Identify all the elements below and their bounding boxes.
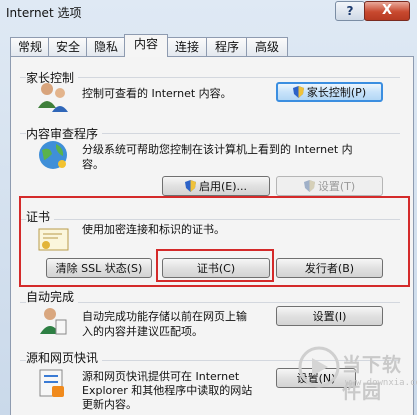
advisor-settings-button[interactable]: 设置(T) (276, 176, 383, 196)
certificates-section-label: 证书 (26, 208, 55, 225)
tab-general[interactable]: 常规 (10, 37, 50, 56)
tab-connections[interactable]: 连接 (166, 37, 208, 56)
advisor-description-line2: 容。 (82, 158, 104, 171)
certificates-button[interactable]: 证书(C) (162, 258, 270, 278)
tab-programs[interactable]: 程序 (206, 37, 248, 56)
help-button[interactable]: ? (335, 1, 365, 21)
watermark-url: www.downxia.com (345, 378, 417, 388)
uac-shield-icon (292, 86, 304, 98)
advisor-settings-label: 设置(T) (317, 180, 356, 193)
parental-controls-button[interactable]: 家长控制(P) (276, 82, 383, 102)
certificates-description: 使用加密连接和标识的证书。 (82, 223, 225, 236)
advisor-enable-label: 启用(E)... (198, 180, 248, 193)
autocomplete-icon (40, 308, 67, 335)
globe-icon (39, 141, 67, 169)
uac-shield-icon (184, 180, 196, 192)
parental-users-icon (38, 83, 68, 112)
certificate-icon (38, 228, 69, 251)
autocomplete-description-line1: 自动完成功能存储以前在网页上输 (82, 310, 247, 323)
window-title: Internet 选项 (6, 6, 82, 20)
tab-security[interactable]: 安全 (48, 37, 88, 56)
internet-options-dialog: Internet 选项 ? X 常规 安全 隐私 内容 连接 程序 高级 家长控… (0, 0, 417, 415)
autocomplete-settings-button[interactable]: 设置(I) (276, 306, 383, 326)
close-button[interactable]: X (364, 1, 410, 21)
publishers-button[interactable]: 发行者(B) (276, 258, 383, 278)
advisor-description-line1: 分级系统可帮助您控制在该计算机上看到的 Internet 内 (82, 143, 353, 156)
clear-ssl-state-button[interactable]: 清除 SSL 状态(S) (46, 258, 152, 278)
parental-description: 控制可查看的 Internet 内容。 (82, 87, 232, 100)
feeds-section-label: 源和网页快讯 (26, 349, 103, 366)
parental-controls-button-label: 家长控制(P) (306, 86, 367, 99)
uac-shield-icon (303, 180, 315, 192)
advisor-enable-button[interactable]: 启用(E)... (162, 176, 270, 196)
feeds-description-line1: 源和网页快讯提供可在 Internet (82, 370, 240, 383)
autocomplete-description-line2: 入的内容并建议匹配项。 (82, 325, 203, 338)
tab-privacy[interactable]: 隐私 (86, 37, 126, 56)
title-bar: Internet 选项 ? X (0, 0, 417, 24)
watermark-logo-icon (298, 346, 340, 388)
watermark-text: 当下软件园 (342, 354, 403, 403)
feeds-description-line2: Explorer 和其他程序中读取的网站 (82, 384, 253, 397)
feeds-description-line3: 更新内容。 (82, 398, 137, 411)
autocomplete-section-label: 自动完成 (26, 288, 79, 305)
feeds-icon (39, 369, 64, 397)
certificates-divider (20, 219, 400, 220)
tab-advanced[interactable]: 高级 (246, 37, 288, 56)
tab-content[interactable]: 内容 (124, 34, 168, 57)
